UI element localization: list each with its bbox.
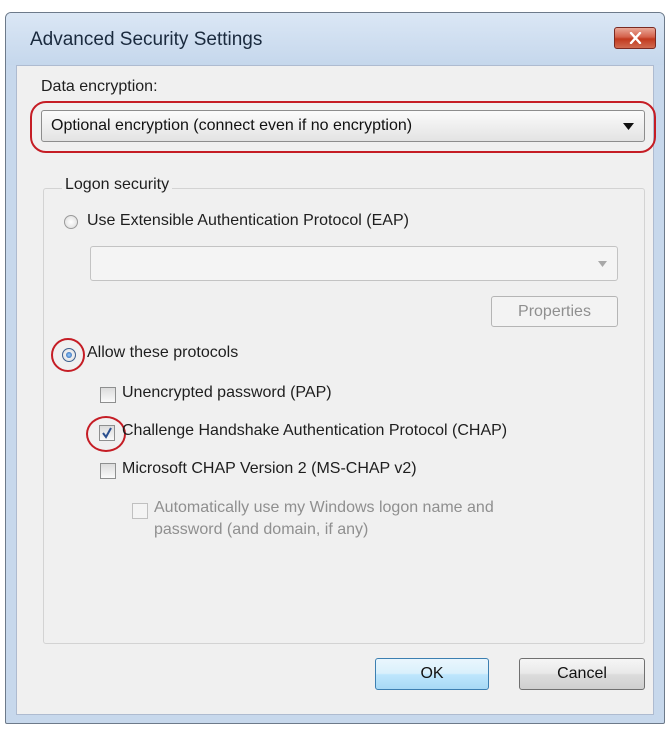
data-encryption-label: Data encryption: xyxy=(41,78,158,95)
highlight-annotation-dropdown xyxy=(30,101,656,153)
ok-button[interactable]: OK xyxy=(375,658,489,690)
eap-radio[interactable] xyxy=(64,215,78,229)
cropped-caption-text xyxy=(0,0,671,12)
auto-logon-label-line2: password (and domain, if any) xyxy=(154,521,369,538)
properties-button[interactable]: Properties xyxy=(491,296,618,327)
chap-label[interactable]: Challenge Handshake Authentication Proto… xyxy=(122,422,507,440)
highlight-annotation-radio xyxy=(51,338,85,372)
eap-method-dropdown[interactable] xyxy=(90,246,618,281)
pap-checkbox[interactable] xyxy=(100,387,116,403)
auto-logon-checkbox[interactable] xyxy=(132,503,148,519)
dialog-content: Data encryption: Optional encryption (co… xyxy=(16,65,656,715)
pap-label[interactable]: Unencrypted password (PAP) xyxy=(122,384,332,402)
logon-security-label: Logon security xyxy=(62,176,173,194)
mschapv2-checkbox[interactable] xyxy=(100,463,116,479)
mschapv2-label[interactable]: Microsoft CHAP Version 2 (MS-CHAP v2) xyxy=(122,460,417,478)
dialog-window: Advanced Security Settings Data encrypti… xyxy=(5,12,665,724)
allow-protocols-label[interactable]: Allow these protocols xyxy=(87,344,238,362)
highlight-annotation-checkbox xyxy=(86,416,126,452)
eap-radio-label[interactable]: Use Extensible Authentication Protocol (… xyxy=(87,212,409,230)
dropdown-arrow-icon xyxy=(598,261,607,267)
auto-logon-label-line1: Automatically use my Windows logon name … xyxy=(154,499,494,516)
close-icon xyxy=(629,32,642,44)
close-button[interactable] xyxy=(614,27,656,49)
window-title: Advanced Security Settings xyxy=(30,29,263,50)
cancel-button[interactable]: Cancel xyxy=(519,658,645,690)
title-bar: Advanced Security Settings xyxy=(6,13,664,65)
